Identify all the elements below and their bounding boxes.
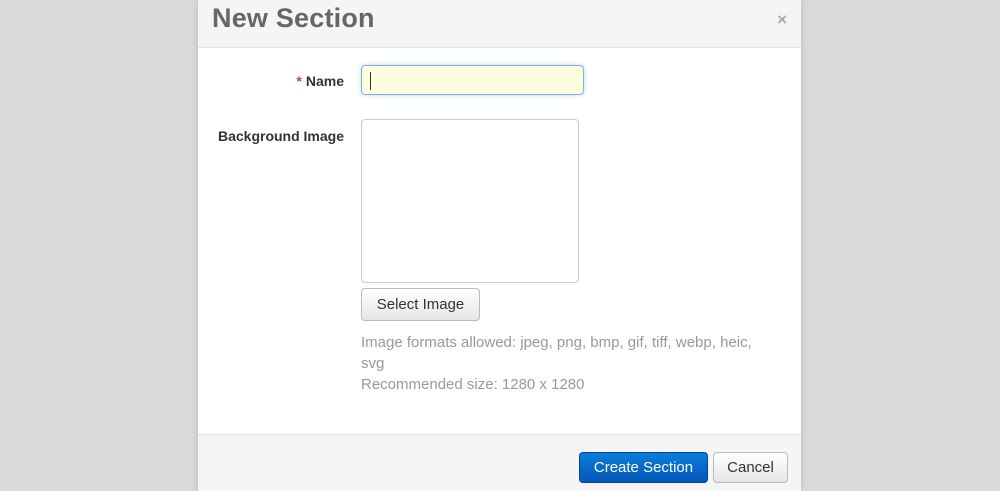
name-input[interactable] (361, 65, 584, 95)
dialog-title: New Section (212, 3, 375, 33)
image-preview (361, 119, 579, 283)
new-section-dialog: New Section × * Name Background Image Sel… (198, 0, 801, 491)
formats-line-1: Image formats allowed: jpeg, png, bmp, g… (361, 334, 752, 351)
cancel-button[interactable]: Cancel (713, 452, 788, 483)
select-image-button[interactable]: Select Image (361, 288, 480, 321)
recommended-size: Recommended size: 1280 x 1280 (361, 376, 585, 393)
dialog-footer: Create Section Cancel (198, 434, 801, 491)
background-image-label: Background Image (217, 128, 344, 144)
close-icon[interactable]: × (777, 10, 787, 30)
formats-line-2: svg (361, 355, 385, 372)
required-mark: * (296, 73, 302, 89)
name-label-text: Name (305, 73, 344, 89)
name-label: * Name (198, 73, 344, 89)
create-section-button[interactable]: Create Section (579, 452, 708, 483)
image-format-help: Image formats allowed: jpeg, png, bmp, g… (361, 332, 752, 395)
dialog-header: New Section × (198, 0, 801, 48)
text-cursor (370, 72, 371, 90)
